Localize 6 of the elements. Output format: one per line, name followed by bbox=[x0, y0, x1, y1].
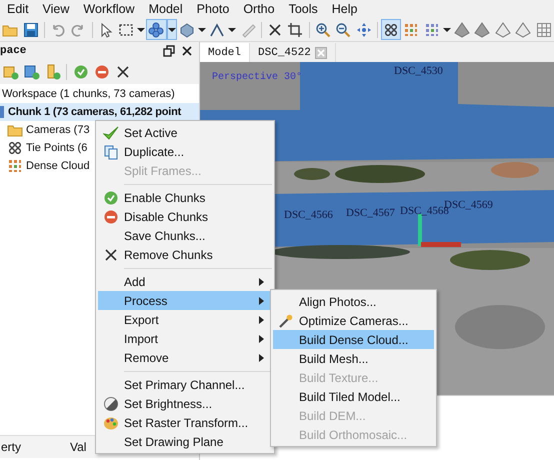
panel-title: pace bbox=[0, 45, 26, 57]
camera-label: DSC_4530 bbox=[394, 65, 443, 77]
column-header: Val bbox=[69, 440, 86, 454]
column-header: erty bbox=[0, 440, 22, 454]
camera-label: DSC_4566 bbox=[284, 209, 333, 221]
camera-label: DSC_4567 bbox=[346, 207, 395, 219]
